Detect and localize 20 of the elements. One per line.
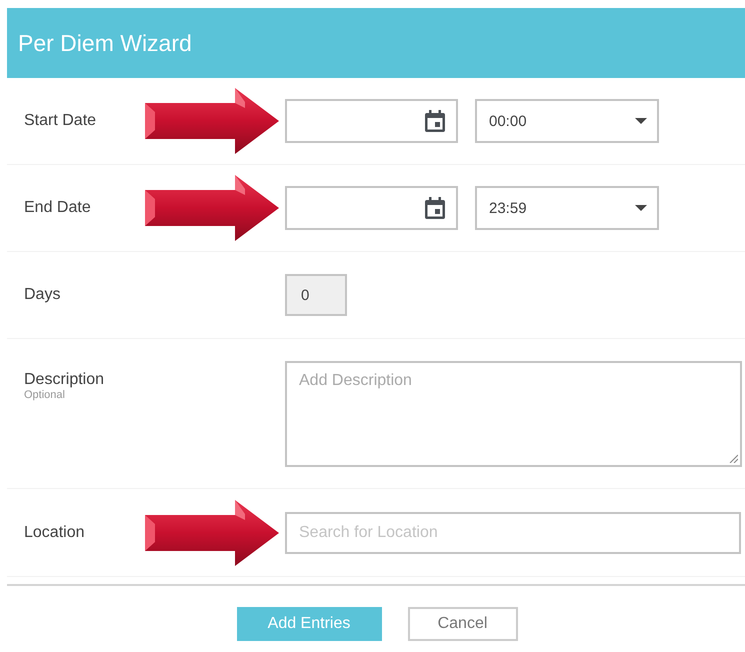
calendar-icon [425, 110, 445, 132]
resize-handle-icon[interactable] [729, 454, 738, 463]
calendar-icon [425, 197, 445, 219]
optional-hint: Optional [24, 389, 66, 401]
time-select[interactable]: 23:59 [475, 186, 659, 230]
days-field: 0 [285, 274, 347, 316]
field-label: Days [24, 286, 62, 304]
field-label: End Date [24, 199, 92, 217]
field-label: Description [24, 371, 106, 389]
caret-icon [635, 205, 647, 211]
caret-icon [635, 118, 647, 124]
description-field[interactable]: Add Description [285, 361, 742, 467]
date-field[interactable] [285, 99, 458, 143]
dialog-title: Per Diem Wizard [18, 30, 192, 56]
field-label: Start Date [24, 112, 98, 130]
cancel-button[interactable]: Cancel [408, 607, 518, 641]
field-label: Location [24, 524, 86, 542]
time-select[interactable]: 00:00 [475, 99, 659, 143]
date-field[interactable] [285, 186, 458, 230]
location-search-field[interactable]: Search for Location [285, 512, 741, 554]
